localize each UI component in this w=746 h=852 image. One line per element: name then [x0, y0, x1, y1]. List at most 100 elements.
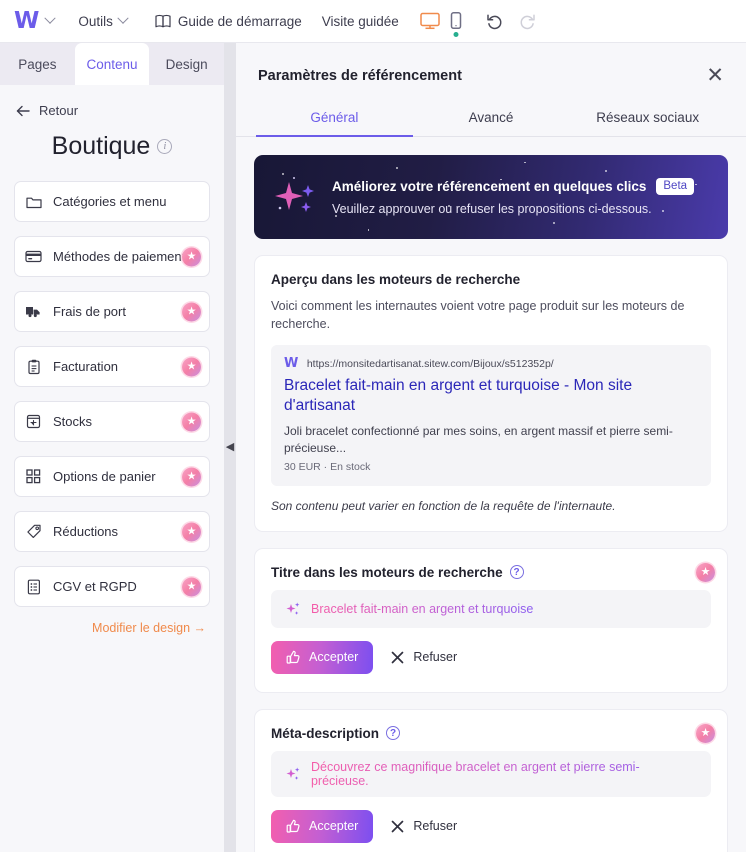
- seo-title-card: ★ Titre dans les moteurs de recherche ? …: [254, 547, 728, 693]
- back-button[interactable]: Retour: [16, 103, 210, 118]
- meta-description-suggestion-text: Découvrez ce magnifique bracelet en arge…: [311, 760, 697, 788]
- seo-settings-panel: Paramètres de référencement ✕ Général Av…: [236, 43, 746, 852]
- sidebar-item-categories[interactable]: Catégories et menu: [14, 181, 210, 222]
- search-preview-card: Aperçu dans les moteurs de recherche Voi…: [254, 255, 728, 532]
- sidebar-item-cart-options[interactable]: Options de panier ★: [14, 456, 210, 497]
- tab-design[interactable]: Design: [149, 43, 224, 85]
- serp-snippet: Joli bracelet confectionné par mes soins…: [284, 423, 673, 456]
- tools-label: Outils: [78, 13, 113, 29]
- sidebar-item-label: Frais de port: [53, 304, 126, 319]
- tab-general-label: Général: [310, 110, 359, 125]
- guided-tour-label: Visite guidée: [321, 13, 399, 29]
- logo-menu-button[interactable]: W: [14, 9, 68, 33]
- sidebar-item-discounts[interactable]: Réductions ★: [14, 511, 210, 552]
- meta-description-actions: Accepter Refuser: [271, 809, 711, 843]
- seo-title-heading: Titre dans les moteurs de recherche ?: [271, 565, 711, 580]
- tab-advanced[interactable]: Avancé: [413, 104, 570, 136]
- refuse-label: Refuser: [413, 650, 458, 665]
- premium-badge[interactable]: ★: [182, 412, 201, 431]
- star-icon: ★: [186, 525, 197, 537]
- seo-title-heading-text: Titre dans les moteurs de recherche: [271, 564, 503, 580]
- sidebar-item-terms[interactable]: CGV et RGPD ★: [14, 566, 210, 607]
- chevron-down-icon: [117, 12, 129, 24]
- page-title-row: Boutique i: [14, 132, 210, 161]
- star-icon: ★: [700, 565, 711, 578]
- tab-advanced-label: Avancé: [468, 110, 514, 125]
- serp-price-stock: 30 EUR · En stock: [284, 460, 371, 473]
- tab-social-networks[interactable]: Réseaux sociaux: [569, 104, 726, 136]
- refuse-button[interactable]: Refuser: [381, 641, 467, 673]
- back-label: Retour: [39, 103, 79, 118]
- meta-description-heading: Méta-description ?: [271, 726, 711, 741]
- premium-badge[interactable]: ★: [182, 302, 201, 321]
- undo-button[interactable]: [485, 12, 504, 30]
- panel-header: Paramètres de référencement ✕: [236, 43, 746, 86]
- thumbs-up-icon: [286, 819, 300, 833]
- help-icon[interactable]: ?: [386, 726, 401, 741]
- sidebar-item-label: Catégories et menu: [53, 194, 167, 209]
- sidebar-tabs: Pages Contenu Design: [0, 43, 224, 85]
- sidebar-item-stocks[interactable]: Stocks ★: [14, 401, 210, 442]
- seo-title-actions: Accepter Refuser: [271, 640, 711, 674]
- premium-badge[interactable]: ★: [182, 357, 201, 376]
- meta-description-heading-text: Méta-description: [271, 725, 380, 741]
- close-icon[interactable]: ✕: [706, 65, 724, 86]
- meta-description-card: ★ Méta-description ? Découvrez ce magnif…: [254, 708, 728, 852]
- tab-contenu[interactable]: Contenu: [74, 43, 150, 85]
- banner-heading: Améliorez votre référencement en quelque…: [332, 179, 647, 194]
- beta-badge: Beta: [656, 177, 695, 196]
- premium-badge[interactable]: ★: [696, 723, 715, 743]
- preview-card-title-text: Aperçu dans les moteurs de recherche: [271, 272, 521, 287]
- truck-icon: [25, 303, 42, 320]
- modify-design-link[interactable]: Modifier le design →: [14, 621, 210, 635]
- chevron-down-icon[interactable]: [44, 12, 57, 24]
- sidebar-collapse-handle[interactable]: ◀: [224, 43, 236, 852]
- book-icon: [155, 14, 171, 27]
- desktop-icon: [420, 12, 440, 30]
- tools-menu-button[interactable]: Outils: [68, 0, 137, 43]
- preview-card-description: Voici comment les internautes voient vot…: [271, 299, 685, 332]
- redo-button[interactable]: [518, 12, 537, 30]
- page-title: Boutique: [51, 132, 151, 160]
- desktop-view-button[interactable]: [419, 11, 441, 31]
- credit-card-icon: [25, 248, 42, 265]
- start-guide-button[interactable]: Guide de démarrage: [145, 0, 312, 43]
- accept-button[interactable]: Accepter: [271, 640, 374, 674]
- premium-badge[interactable]: ★: [696, 562, 715, 582]
- seo-title-suggestion-field[interactable]: Bracelet fait-main en argent et turquois…: [271, 589, 711, 628]
- close-icon: [391, 820, 404, 833]
- start-guide-label: Guide de démarrage: [177, 13, 302, 29]
- accept-button[interactable]: Accepter: [271, 809, 374, 843]
- ai-promo-banner: Améliorez votre référencement en quelque…: [254, 155, 728, 239]
- premium-badge[interactable]: ★: [182, 467, 201, 486]
- serp-title-link[interactable]: Bracelet fait-main en argent et turquois…: [284, 376, 698, 416]
- seo-title-suggestion-text: Bracelet fait-main en argent et turquois…: [311, 601, 534, 616]
- sidebar-item-payment-methods[interactable]: Méthodes de paiement ★: [14, 236, 210, 277]
- sidebar-item-shipping[interactable]: Frais de port ★: [14, 291, 210, 332]
- help-icon[interactable]: ?: [509, 565, 524, 580]
- refuse-button[interactable]: Refuser: [381, 810, 467, 842]
- mobile-view-button[interactable]: [449, 11, 463, 37]
- tab-pages[interactable]: Pages: [0, 43, 75, 85]
- refuse-label: Refuser: [413, 819, 458, 834]
- sidebar-item-label: Réductions: [53, 524, 119, 539]
- list-icon: [25, 578, 42, 595]
- meta-description-suggestion-field[interactable]: Découvrez ce magnifique bracelet en arge…: [271, 750, 711, 797]
- star-icon: ★: [186, 250, 197, 262]
- info-icon[interactable]: i: [157, 139, 173, 154]
- premium-badge[interactable]: ★: [182, 522, 201, 541]
- star-icon: ★: [186, 415, 197, 427]
- tag-icon: [25, 523, 42, 540]
- preview-footnote: Son contenu peut varier en fonction de l…: [271, 498, 616, 513]
- guided-tour-button[interactable]: Visite guidée: [312, 0, 409, 43]
- tab-general[interactable]: Général: [256, 104, 413, 137]
- sidebar-item-label: Méthodes de paiement: [53, 249, 186, 264]
- premium-badge[interactable]: ★: [182, 577, 201, 596]
- premium-badge[interactable]: ★: [182, 247, 201, 266]
- sidebar-item-label: Stocks: [53, 414, 93, 429]
- grid-icon: [25, 468, 42, 485]
- top-toolbar: W Outils Guide de démarrage Visite guidé…: [0, 0, 746, 43]
- thumbs-up-icon: [286, 650, 300, 664]
- panel-scroll-area[interactable]: Améliorez votre référencement en quelque…: [236, 137, 746, 852]
- sidebar-item-billing[interactable]: Facturation ★: [14, 346, 210, 387]
